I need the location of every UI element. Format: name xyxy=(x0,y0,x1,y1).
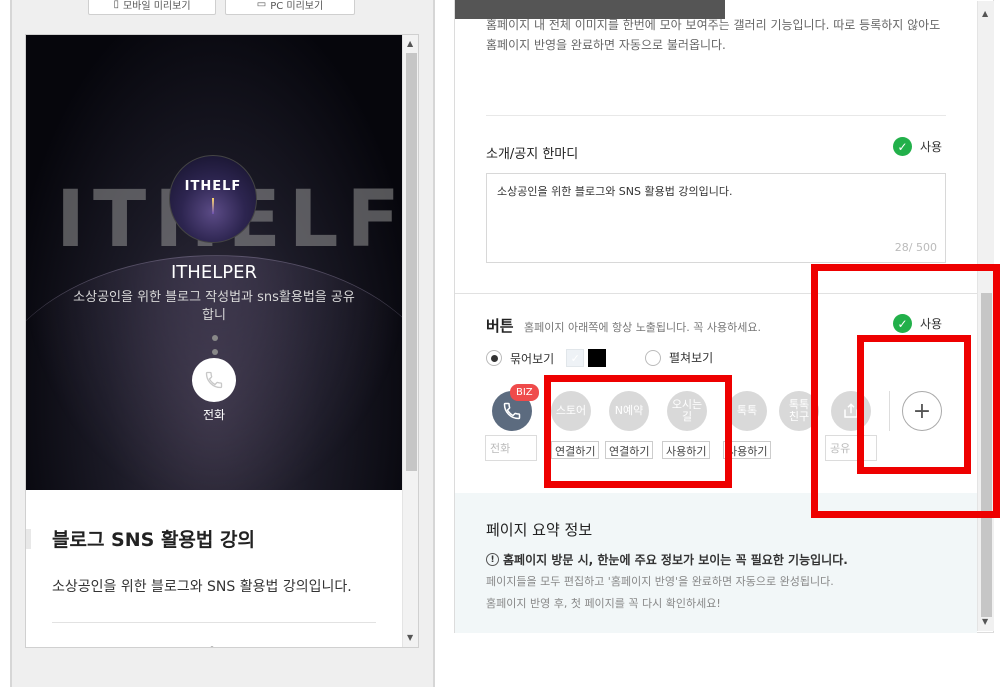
pc-preview-button[interactable]: ▭ PC 미리보기 xyxy=(225,0,355,15)
color-swatch-light[interactable]: ✓ xyxy=(566,349,585,367)
hero-banner: ITHELF ITHELF ITHELPER 소상공인을 위한 블로그 작성법과… xyxy=(26,35,402,490)
talktalk-friend-icon: 톡톡 친구 xyxy=(788,398,810,423)
buttons-section-hint: 홈페이지 아래쪽에 항상 노출됩니다. 꼭 사용하세요. xyxy=(524,321,761,334)
expanded-view-option[interactable]: 펼쳐보기 xyxy=(645,349,713,366)
annotation-box-add-button xyxy=(857,335,971,474)
preview-scrollbar[interactable]: ▲ ▼ xyxy=(402,35,418,647)
mobile-preview-button[interactable]: ▯ 모바일 미리보기 xyxy=(88,0,216,15)
scroll-down-arrow-icon[interactable]: ▼ xyxy=(982,617,988,626)
biz-badge: BIZ xyxy=(510,384,539,401)
call-label: 전화 xyxy=(202,408,226,422)
intro-textarea[interactable]: 소상공인을 위한 블로그와 SNS 활용법 강의입니다. 28/ 500 xyxy=(486,173,946,263)
summary-title: 페이지 요약 정보 xyxy=(486,521,593,539)
blog-title: 블로그 SNS 활용법 강의 xyxy=(52,529,255,551)
monitor-icon: ▭ xyxy=(256,0,267,10)
info-icon: ! xyxy=(486,553,499,566)
phone-label-box[interactable]: 전화 xyxy=(485,435,537,461)
blog-description: 소상공인을 위한 블로그와 SNS 활용법 강의입니다. xyxy=(52,579,352,595)
scroll-up-arrow-icon[interactable]: ▲ xyxy=(407,39,413,48)
scroll-thumb[interactable] xyxy=(406,53,417,471)
pagination-dots xyxy=(212,335,218,355)
site-logo: ITHELF xyxy=(169,155,257,243)
collapsed-view-option[interactable]: 묶어보기 ✓ xyxy=(486,349,607,367)
color-swatch-black[interactable] xyxy=(588,349,607,367)
intro-section-title: 소개/공지 한마디 xyxy=(486,147,579,162)
scroll-up-arrow-icon[interactable]: ▲ xyxy=(982,9,988,18)
chevron-up-icon[interactable]: ︿ xyxy=(207,637,217,647)
check-icon: ✓ xyxy=(893,137,912,156)
site-description: 소상공인을 위한 블로그 작성법과 sns활용법을 공유합니 xyxy=(73,290,355,323)
char-counter: 28/ 500 xyxy=(894,241,937,254)
phone-icon xyxy=(503,402,521,420)
call-button[interactable] xyxy=(192,358,236,402)
logo-text: ITHELF xyxy=(184,178,242,194)
phone-screen: ITHELF ITHELF ITHELPER 소상공인을 위한 블로그 작성법과… xyxy=(25,34,419,648)
summary-line-2: 홈페이지 반영 후, 첫 페이지를 꼭 다시 확인하세요! xyxy=(486,597,721,610)
radio-selected[interactable] xyxy=(486,350,502,366)
summary-notice: ! 홈페이지 방문 시, 한눈에 주요 정보가 보이는 꼭 필요한 기능입니다. xyxy=(486,551,848,568)
buttons-section-title: 버튼 xyxy=(486,317,514,335)
radio-unselected[interactable] xyxy=(645,349,661,366)
annotation-box-link-buttons xyxy=(544,375,732,488)
talktalk-button[interactable]: 톡톡 xyxy=(727,391,767,431)
summary-line-1: 페이지들을 모두 편집하고 '홈페이지 반영'을 완료하면 자동으로 완성됩니다… xyxy=(486,575,834,588)
mobile-icon: ▯ xyxy=(113,0,119,10)
phone-icon xyxy=(205,371,223,389)
site-title: ITHELPER xyxy=(171,262,257,283)
talktalk-icon: 톡톡 xyxy=(736,404,758,417)
intro-use-toggle[interactable]: ✓ 사용 xyxy=(893,137,942,156)
gallery-description: 홈페이지 내 전체 이미지를 한번에 모아 보여주는 갤러리 기능입니다. 따로… xyxy=(486,18,941,52)
scroll-down-arrow-icon[interactable]: ▼ xyxy=(407,633,413,642)
